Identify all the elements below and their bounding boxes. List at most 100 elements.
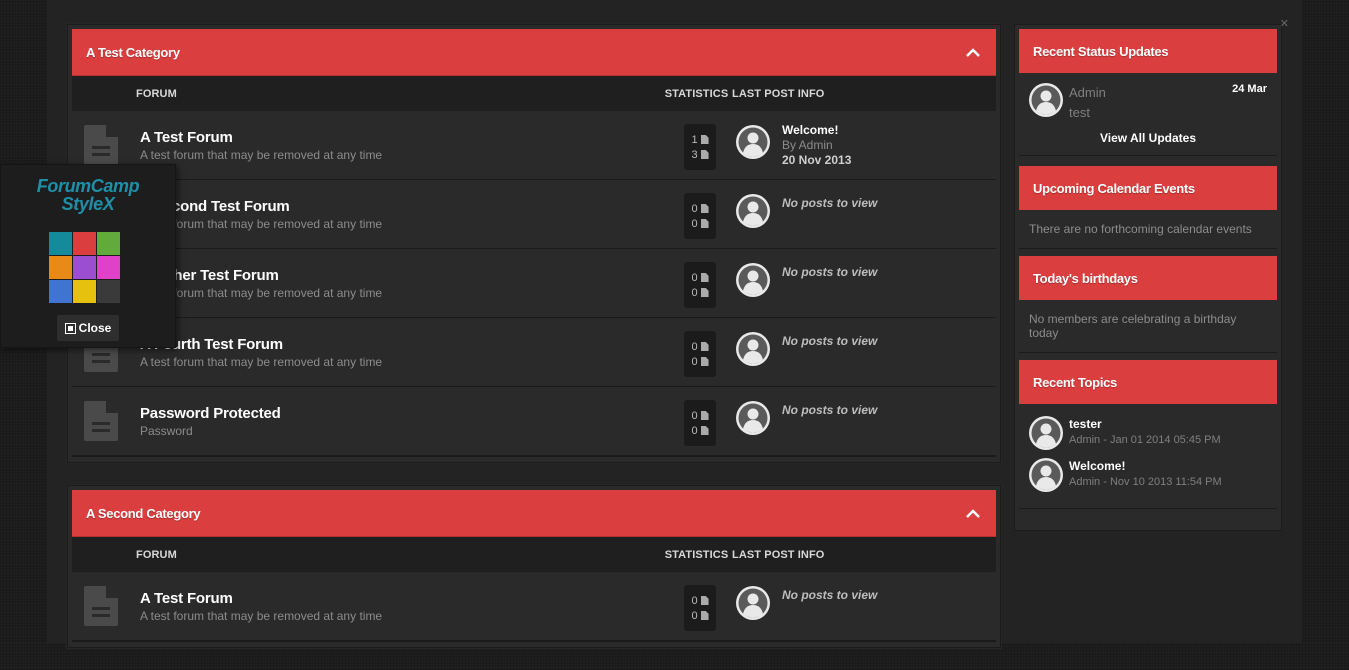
post-count: 0 — [691, 217, 698, 230]
style-switcher-panel: ForumCamp StyleX Close — [0, 164, 176, 348]
status-text: Admin test — [1069, 83, 1106, 123]
no-posts-label: No posts to view — [782, 334, 878, 348]
page-wrapper: A Test Category FORUM STATISTICS LAST PO… — [47, 0, 1302, 648]
forum-description: A test forum that may be removed at any … — [140, 355, 383, 369]
topic-count: 0 — [691, 594, 698, 607]
user-avatar-icon[interactable] — [736, 194, 770, 228]
color-swatch[interactable] — [97, 256, 120, 279]
user-avatar-icon[interactable] — [736, 586, 770, 620]
topic-link[interactable]: Welcome! — [1069, 458, 1222, 474]
sidebar-block-title: Today's birthdays — [1033, 270, 1138, 286]
last-post-info: No posts to view — [782, 399, 877, 418]
category-title[interactable]: A Test Category — [86, 45, 180, 60]
column-header: FORUM STATISTICS LAST POST INFO — [72, 537, 996, 572]
column-statistics: STATISTICS — [664, 548, 729, 561]
document-icon — [700, 357, 709, 366]
forum-row: Another Test Forum A test forum that may… — [72, 249, 996, 318]
user-avatar-icon[interactable] — [736, 125, 770, 159]
user-avatar-icon[interactable] — [1029, 416, 1063, 450]
forum-link[interactable]: Another Test Forum — [140, 267, 382, 284]
status-author[interactable]: Admin — [1069, 83, 1106, 103]
forum-description: A test forum that may be removed at any … — [140, 148, 383, 162]
forum-description: A test forum that may be removed at any … — [140, 286, 383, 300]
document-icon — [84, 586, 118, 626]
color-swatch[interactable] — [97, 232, 120, 255]
category-title[interactable]: A Second Category — [86, 506, 201, 521]
forum-description: Password — [140, 424, 193, 438]
color-swatch[interactable] — [73, 280, 96, 303]
color-swatch[interactable] — [49, 232, 72, 255]
view-all-updates-link[interactable]: View All Updates — [1029, 131, 1267, 145]
forum-stats: 0 0 — [684, 193, 716, 239]
color-swatch-grid — [49, 232, 120, 303]
topic-text: Welcome! Admin - Nov 10 2013 11:54 PM — [1069, 458, 1222, 490]
category-block: A Test Category FORUM STATISTICS LAST PO… — [67, 24, 1001, 463]
document-icon — [700, 288, 709, 297]
color-swatch[interactable] — [73, 256, 96, 279]
color-swatch[interactable] — [97, 280, 120, 303]
forum-row: Password Protected Password 0 0 No posts… — [72, 387, 996, 457]
document-icon — [84, 401, 118, 441]
document-icon — [700, 219, 709, 228]
close-icon[interactable]: ✕ — [1280, 17, 1289, 30]
forum-link[interactable]: A Fourth Test Forum — [140, 336, 382, 353]
forum-row: A Test Forum A test forum that may be re… — [72, 111, 996, 180]
forum-info: A Second Test Forum A test forum that ma… — [140, 198, 382, 231]
last-post-info: No posts to view — [782, 584, 877, 603]
document-icon — [84, 125, 118, 165]
recent-topics-header: Recent Topics — [1019, 360, 1277, 404]
user-avatar-icon[interactable] — [736, 332, 770, 366]
forum-info: A Test Forum A test forum that may be re… — [140, 590, 382, 623]
forum-stats: 0 0 — [684, 331, 716, 377]
birthdays-empty-text: No members are celebrating a birthday to… — [1019, 300, 1277, 353]
last-post-info: No posts to view — [782, 330, 877, 349]
forum-link[interactable]: A Test Forum — [140, 129, 382, 146]
forum-info: A Fourth Test Forum A test forum that ma… — [140, 336, 382, 369]
topic-count: 0 — [691, 271, 698, 284]
forum-description: A test forum that may be removed at any … — [140, 609, 383, 623]
sidebar: ✕ Recent Status Updates Admin test 24 Ma… — [1014, 18, 1289, 531]
color-swatch[interactable] — [73, 232, 96, 255]
last-post-title[interactable]: Welcome! — [782, 123, 851, 138]
document-icon — [700, 611, 709, 620]
birthdays-header: Today's birthdays — [1019, 256, 1277, 300]
status-updates-header: Recent Status Updates — [1019, 29, 1277, 73]
forum-link[interactable]: A Second Test Forum — [140, 198, 382, 215]
recent-topics-block: tester Admin - Jan 01 2014 05:45 PM Welc… — [1019, 404, 1277, 509]
forum-link[interactable]: A Test Forum — [140, 590, 382, 607]
topic-link[interactable]: tester — [1069, 416, 1221, 432]
document-icon — [700, 596, 709, 605]
document-icon — [700, 411, 709, 420]
forum-link[interactable]: Password Protected — [140, 405, 281, 422]
category-block: A Second Category FORUM STATISTICS LAST … — [67, 485, 1001, 648]
forum-description: A test forum that may be removed at any … — [140, 217, 383, 231]
topic-text: tester Admin - Jan 01 2014 05:45 PM — [1069, 416, 1221, 448]
post-count: 0 — [691, 355, 698, 368]
chevron-up-icon[interactable] — [964, 504, 982, 522]
user-avatar-icon[interactable] — [1029, 458, 1063, 492]
forum-info: Password Protected Password — [140, 405, 281, 438]
close-button[interactable]: Close — [57, 315, 119, 341]
close-icon — [64, 322, 76, 334]
last-post-info: Welcome! By Admin 20 Nov 2013 — [782, 123, 851, 168]
document-icon — [700, 150, 709, 159]
sidebar-block-title: Upcoming Calendar Events — [1033, 180, 1195, 196]
user-avatar-icon[interactable] — [736, 401, 770, 435]
user-avatar-icon[interactable] — [1029, 83, 1063, 117]
forum-stats: 0 0 — [684, 262, 716, 308]
forum-info: A Test Forum A test forum that may be re… — [140, 129, 382, 162]
document-icon — [700, 426, 709, 435]
status-updates-block: Admin test 24 Mar View All Updates — [1019, 73, 1277, 156]
logo-line: StyleX — [61, 194, 115, 214]
column-forum: FORUM — [136, 548, 177, 561]
topic-item: tester Admin - Jan 01 2014 05:45 PM — [1029, 416, 1267, 450]
column-last-post: LAST POST INFO — [732, 548, 825, 561]
color-swatch[interactable] — [49, 280, 72, 303]
user-avatar-icon[interactable] — [736, 263, 770, 297]
color-swatch[interactable] — [49, 256, 72, 279]
close-label: Close — [78, 321, 112, 335]
forum-row: A Second Test Forum A test forum that ma… — [72, 180, 996, 249]
topic-item: Welcome! Admin - Nov 10 2013 11:54 PM — [1029, 458, 1267, 492]
logo-line: ForumCamp — [36, 176, 140, 196]
chevron-up-icon[interactable] — [964, 43, 982, 61]
